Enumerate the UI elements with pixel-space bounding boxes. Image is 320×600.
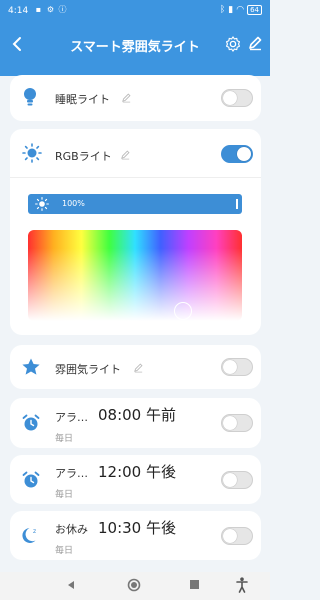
sleep-light-label: 睡眠ライト bbox=[55, 93, 110, 106]
sleep-light-card: 睡眠ライト bbox=[10, 75, 261, 121]
brightness-thumb[interactable] bbox=[236, 199, 238, 209]
wifi-icon: ◠ bbox=[236, 5, 245, 15]
rgb-light-toggle[interactable] bbox=[221, 145, 253, 163]
brightness-slider[interactable]: 100% bbox=[28, 194, 242, 214]
system-nav-bar bbox=[0, 572, 270, 600]
sun-icon bbox=[22, 143, 42, 163]
alarm-name: お休み bbox=[55, 523, 88, 536]
nav-back-icon[interactable] bbox=[66, 580, 76, 590]
rename-pencil-icon[interactable] bbox=[120, 149, 131, 160]
nav-home-icon[interactable] bbox=[127, 578, 141, 592]
alarm-repeat: 毎日 bbox=[55, 546, 74, 556]
app-header: 4:14 ▪ ⚙ ⓘ ᛒ ▮ ◠ 64 スマート雰囲気ライト bbox=[0, 0, 270, 76]
rgb-light-card: RGBライト 100% bbox=[10, 129, 261, 335]
bluetooth-icon: ᛒ bbox=[219, 5, 226, 15]
svg-text:z: z bbox=[33, 528, 36, 535]
status-time: 4:14 bbox=[8, 6, 29, 16]
alarm-toggle[interactable] bbox=[221, 414, 253, 432]
alarm-clock-icon bbox=[22, 471, 40, 488]
alarm-name: アラ… bbox=[55, 467, 88, 480]
rename-pencil-icon[interactable] bbox=[121, 92, 132, 103]
status-notification-icons: ▪ ⚙ ⓘ bbox=[34, 5, 67, 14]
battery-icon: 64 bbox=[247, 5, 262, 15]
sleep-light-toggle[interactable] bbox=[221, 89, 253, 107]
light-bulb-icon bbox=[24, 88, 36, 106]
alert-notification-icon: ⓘ bbox=[58, 5, 67, 14]
color-picker-cursor[interactable] bbox=[174, 302, 192, 320]
alarm-time: 12:00 午後 bbox=[98, 463, 176, 481]
divider bbox=[10, 177, 261, 178]
alarm-repeat: 毎日 bbox=[55, 490, 74, 500]
alarm-time: 10:30 午後 bbox=[98, 519, 176, 537]
brightness-value: 100% bbox=[62, 199, 85, 208]
rgb-light-label: RGBライト bbox=[55, 150, 112, 163]
alarm-card[interactable]: アラ… 12:00 午後 毎日 bbox=[10, 455, 261, 504]
title-bar: スマート雰囲気ライト bbox=[0, 30, 270, 60]
alarm-toggle[interactable] bbox=[221, 471, 253, 489]
accessibility-icon[interactable] bbox=[236, 577, 248, 593]
ambient-light-card: 雰囲気ライト bbox=[10, 345, 261, 389]
nav-recent-apps-icon[interactable] bbox=[190, 580, 199, 589]
brightness-sun-icon bbox=[35, 197, 49, 211]
color-palette[interactable] bbox=[28, 230, 242, 321]
gear-icon[interactable] bbox=[224, 35, 242, 53]
alarm-name: アラ… bbox=[55, 411, 88, 424]
ambient-light-toggle[interactable] bbox=[221, 358, 253, 376]
alarm-time: 08:00 午前 bbox=[98, 406, 176, 424]
signal-icon: ▮ bbox=[228, 5, 234, 15]
star-icon bbox=[22, 358, 40, 375]
settings-notification-icon: ⚙ bbox=[46, 5, 55, 14]
rename-pencil-icon[interactable] bbox=[133, 362, 144, 373]
notification-icon: ▪ bbox=[35, 5, 42, 14]
alarm-clock-icon bbox=[22, 414, 40, 431]
status-right-icons: ᛒ ▮ ◠ 64 bbox=[220, 5, 262, 15]
alarm-card[interactable]: アラ… 08:00 午前 毎日 bbox=[10, 398, 261, 448]
alarm-card[interactable]: z お休み 10:30 午後 毎日 bbox=[10, 511, 261, 560]
ambient-light-label: 雰囲気ライト bbox=[55, 363, 121, 376]
status-bar: 4:14 ▪ ⚙ ⓘ ᛒ ▮ ◠ 64 bbox=[0, 0, 270, 22]
edit-icon[interactable] bbox=[247, 35, 263, 51]
alarm-toggle[interactable] bbox=[221, 527, 253, 545]
alarm-repeat: 毎日 bbox=[55, 434, 74, 444]
moon-icon: z bbox=[22, 528, 36, 543]
